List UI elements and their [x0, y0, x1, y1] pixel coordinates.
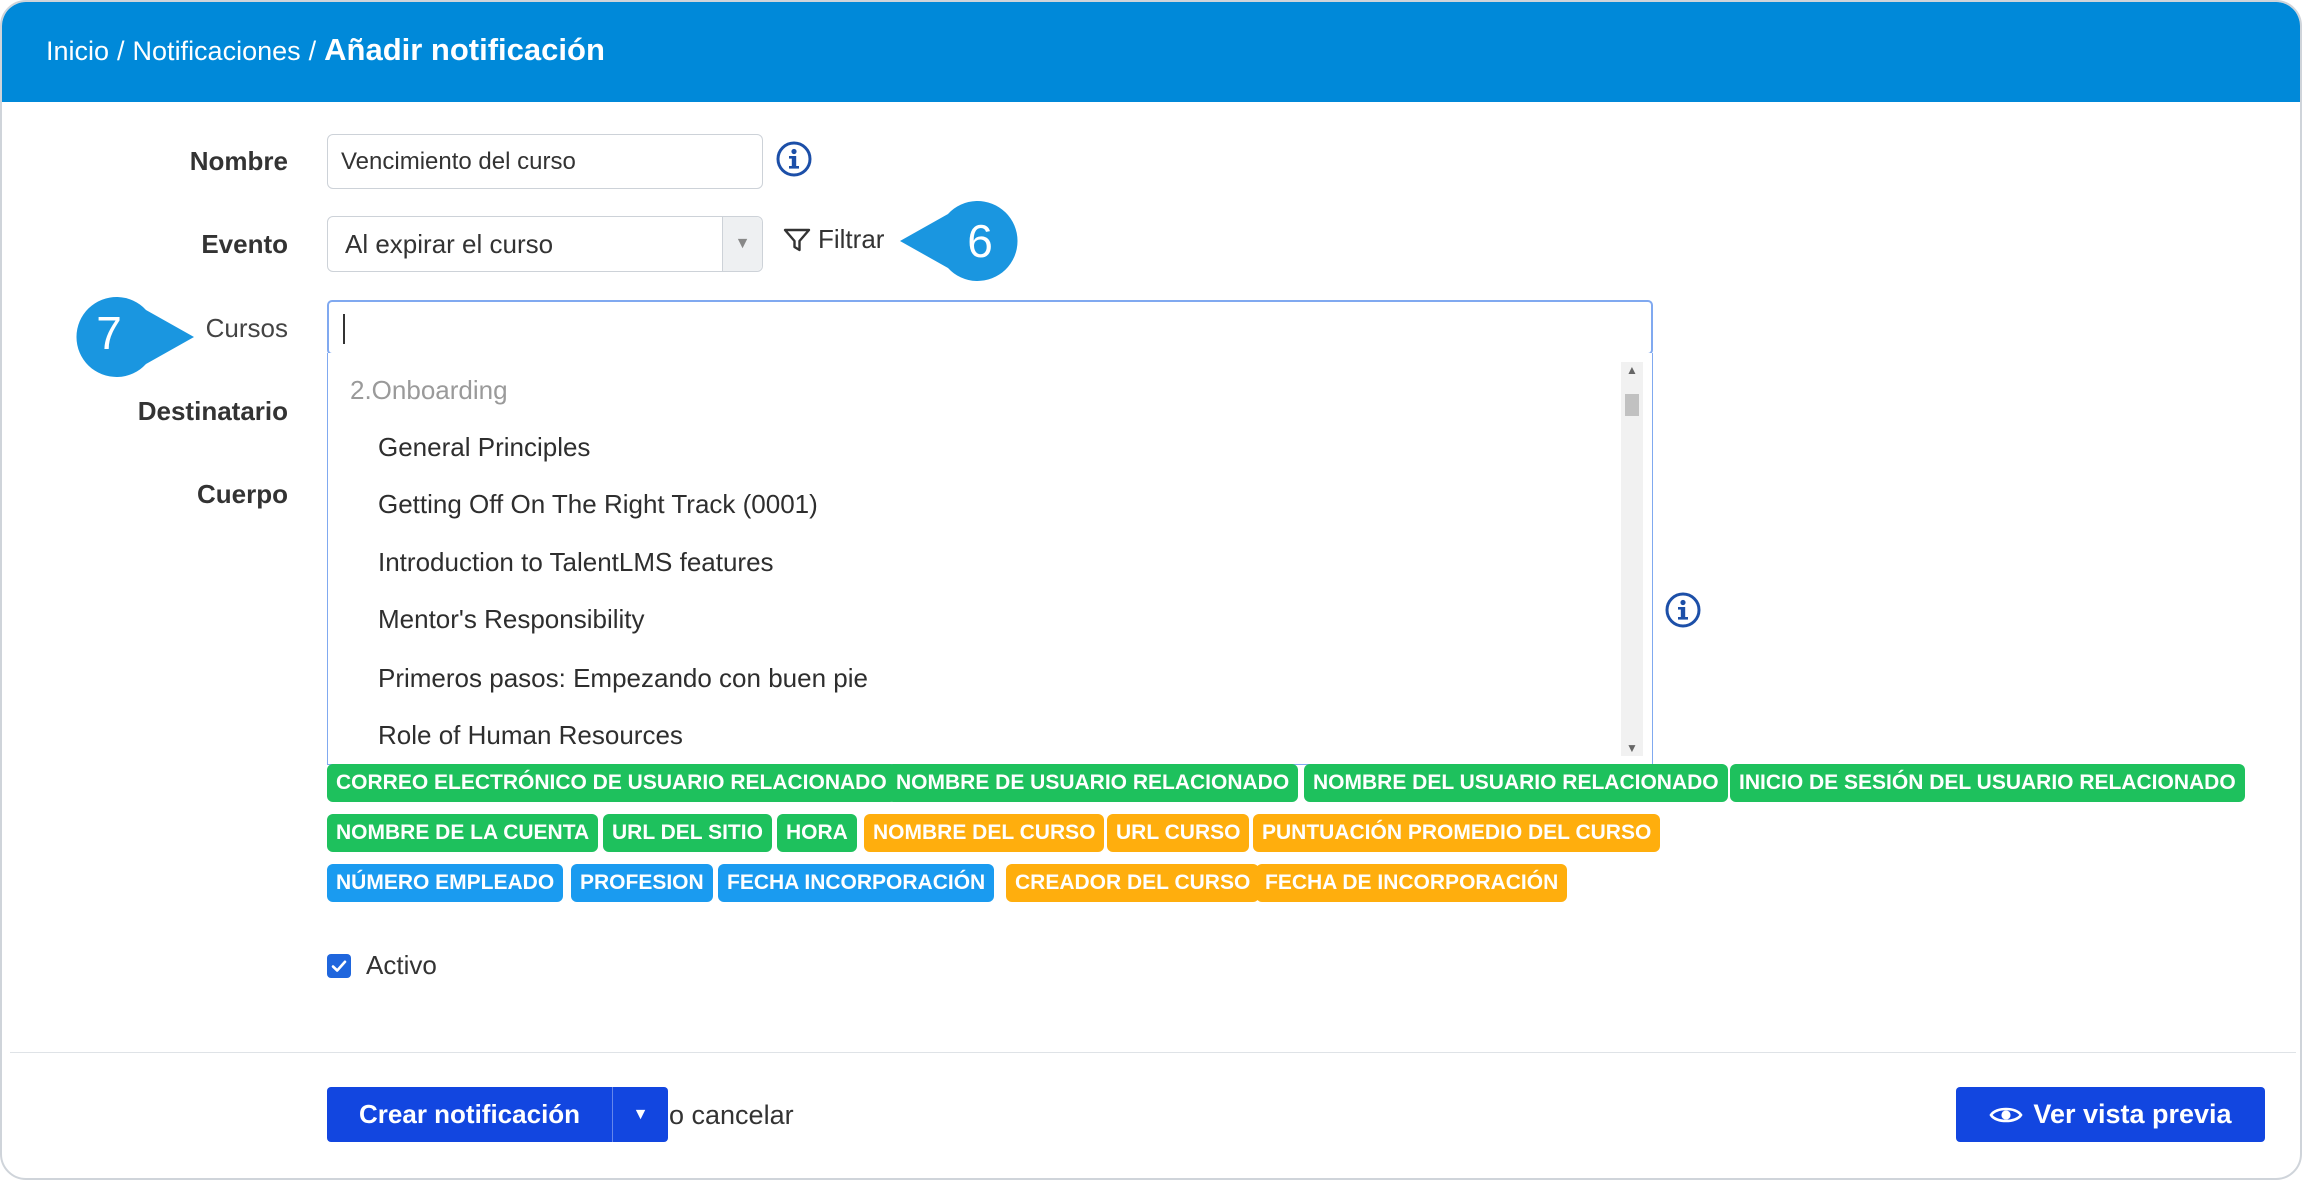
tag-course-average-score[interactable]: PUNTUACIÓN PROMEDIO DEL CURSO — [1253, 814, 1661, 852]
course-option[interactable]: Getting Off On The Right Track (0001) — [378, 489, 818, 520]
courses-label: Cursos — [205, 313, 288, 343]
name-input[interactable]: Vencimiento del curso — [327, 134, 763, 189]
tag-course-name[interactable]: NOMBRE DEL CURSO — [864, 814, 1105, 852]
breadcrumb-separator: / — [117, 36, 125, 66]
tag-employee-number[interactable]: NÚMERO EMPLEADO — [327, 864, 564, 902]
body-label: Cuerpo — [197, 479, 288, 509]
courses-dropdown: 2.Onboarding General Principles Getting … — [327, 353, 1653, 765]
breadcrumb: Inicio / Notificaciones / Añadir notificació… — [46, 32, 605, 68]
breadcrumb-separator: / — [308, 36, 317, 66]
active-checkbox[interactable] — [327, 954, 351, 978]
footer-divider — [10, 1052, 2296, 1053]
text-cursor — [343, 314, 345, 344]
filter-button[interactable]: Filtrar — [782, 224, 884, 255]
filter-label: Filtrar — [818, 224, 885, 254]
event-label: Evento — [201, 229, 288, 259]
tag-related-user-name[interactable]: NOMBRE DEL USUARIO RELACIONADO — [1304, 764, 1728, 802]
preview-button[interactable]: Ver vista previa — [1956, 1087, 2265, 1142]
tag-profession[interactable]: PROFESION — [571, 864, 713, 902]
breadcrumb-notifications-link[interactable]: Notificaciones — [133, 36, 301, 66]
filter-icon — [783, 228, 811, 251]
scroll-down-icon[interactable]: ▼ — [1621, 740, 1643, 756]
courses-search-input[interactable] — [327, 300, 1653, 355]
tag-time[interactable]: HORA — [777, 814, 857, 852]
app-window: Inicio / Notificaciones / Añadir notificació… — [0, 0, 2302, 1180]
create-notification-button-group: Crear notificación ▼ — [327, 1087, 669, 1142]
chevron-down-icon[interactable]: ▼ — [722, 217, 762, 271]
create-notification-button[interactable]: Crear notificación — [327, 1087, 612, 1142]
course-option[interactable]: Primeros pasos: Empezando con buen pie — [378, 663, 868, 694]
course-option[interactable]: Role of Human Resources — [378, 720, 683, 751]
eye-icon — [1989, 1107, 2023, 1122]
tag-hire-date[interactable]: FECHA INCORPORACIÓN — [718, 864, 995, 902]
chevron-down-icon[interactable]: ▼ — [612, 1087, 668, 1142]
tag-course-url[interactable]: URL CURSO — [1107, 814, 1250, 852]
course-option[interactable]: Mentor's Responsibility — [378, 604, 645, 635]
recipient-label: Destinatario — [137, 396, 288, 426]
event-select-value: Al expirar el curso — [345, 228, 554, 259]
cancel-link[interactable]: o cancelar — [669, 1100, 794, 1131]
tag-related-user-login[interactable]: INICIO DE SESIÓN DEL USUARIO RELACIONADO — [1730, 764, 2245, 802]
dropdown-scrollbar[interactable]: ▲ ▼ — [1621, 362, 1643, 756]
preview-button-label: Ver vista previa — [2033, 1099, 2232, 1129]
checkmark-icon — [331, 960, 347, 972]
info-icon[interactable] — [775, 140, 813, 178]
tag-site-url[interactable]: URL DEL SITIO — [603, 814, 772, 852]
course-option[interactable]: Introduction to TalentLMS features — [378, 547, 774, 578]
tag-incorporation-date[interactable]: FECHA DE INCORPORACIÓN — [1256, 864, 1568, 902]
callout-number-6: 6 — [967, 215, 993, 267]
active-label: Activo — [366, 950, 437, 980]
tag-course-creator[interactable]: CREADOR DEL CURSO — [1006, 864, 1260, 902]
event-select[interactable]: Al expirar el curso ▼ — [327, 216, 763, 272]
scroll-up-icon[interactable]: ▲ — [1621, 362, 1643, 378]
scroll-thumb[interactable] — [1625, 394, 1639, 416]
course-group-label: 2.Onboarding — [350, 375, 508, 405]
page-header: Inicio / Notificaciones / Añadir notificació… — [2, 2, 2300, 102]
tag-account-name[interactable]: NOMBRE DE LA CUENTA — [327, 814, 599, 852]
tag-related-username[interactable]: NOMBRE DE USUARIO RELACIONADO — [887, 764, 1299, 802]
page-title: Añadir notificación — [324, 32, 605, 67]
name-label: Nombre — [189, 146, 288, 176]
breadcrumb-home-link[interactable]: Inicio — [46, 36, 109, 66]
tag-related-user-email[interactable]: CORREO ELECTRÓNICO DE USUARIO RELACIONAD… — [327, 764, 896, 802]
info-icon[interactable] — [1664, 591, 1702, 629]
course-option[interactable]: General Principles — [378, 432, 590, 463]
